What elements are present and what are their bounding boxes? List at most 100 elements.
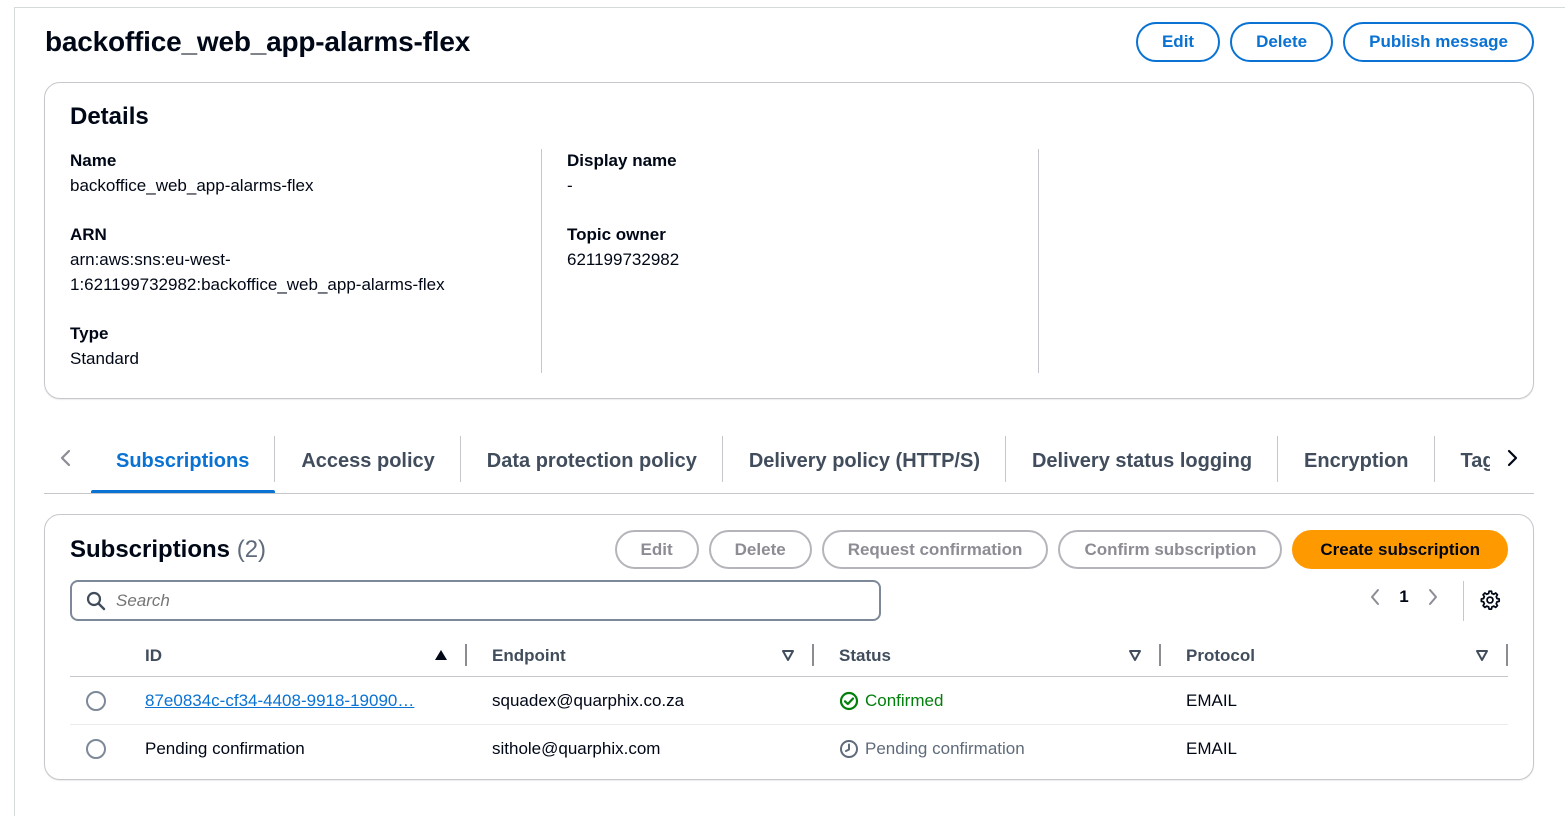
type-field: Type Standard bbox=[70, 322, 540, 371]
tab-delivery-policy[interactable]: Delivery policy (HTTP/S) bbox=[723, 430, 1006, 493]
chevron-right-icon bbox=[1429, 589, 1437, 605]
gear-icon bbox=[1480, 590, 1501, 610]
confirm-subscription-button[interactable]: Confirm subscription bbox=[1058, 530, 1283, 569]
details-column-1: Name backoffice_web_app-alarms-flex ARN … bbox=[70, 149, 540, 396]
frame-border-top bbox=[14, 7, 1565, 8]
subscriptions-title-text: Subscriptions bbox=[70, 536, 231, 563]
subscription-edit-button[interactable]: Edit bbox=[614, 530, 699, 569]
display-name-value: - bbox=[567, 176, 573, 195]
protocol-cell: EMAIL bbox=[1186, 691, 1238, 710]
publish-message-button[interactable]: Publish message bbox=[1343, 22, 1534, 62]
frame-border-left bbox=[14, 7, 15, 816]
search-box[interactable] bbox=[70, 580, 881, 621]
table-header: ID Endpoint Status Protocol bbox=[70, 635, 1508, 677]
check-circle-icon bbox=[839, 691, 859, 711]
column-header-id[interactable]: ID bbox=[145, 635, 162, 676]
tab-bar: Subscriptions Access policy Data protect… bbox=[44, 430, 1534, 494]
sort-ascending-icon[interactable] bbox=[434, 648, 448, 662]
details-title: Details bbox=[70, 103, 149, 130]
row-radio[interactable] bbox=[86, 739, 106, 759]
table-row[interactable]: Pending confirmation sithole@quarphix.co… bbox=[70, 725, 1508, 773]
column-divider bbox=[541, 149, 542, 373]
display-name-label: Display name bbox=[567, 151, 677, 170]
sort-icon[interactable] bbox=[1128, 648, 1142, 662]
status-cell: Pending confirmation bbox=[839, 725, 1025, 773]
chevron-left-icon bbox=[1371, 589, 1379, 605]
details-card: Details Name backoffice_web_app-alarms-f… bbox=[44, 82, 1534, 399]
tab-access-policy[interactable]: Access policy bbox=[275, 430, 461, 493]
subscription-id-link[interactable]: 87e0834c-cf34-4408-9918-19090… bbox=[145, 691, 443, 711]
chevron-right-icon bbox=[1507, 449, 1518, 467]
subscription-delete-button[interactable]: Delete bbox=[708, 530, 812, 569]
arn-field: ARN arn:aws:sns:eu-west- 1:621199732982:… bbox=[70, 223, 540, 297]
search-icon bbox=[86, 591, 106, 610]
request-confirmation-button[interactable]: Request confirmation bbox=[821, 530, 1049, 569]
details-column-2: Display name - Topic owner 621199732982 bbox=[567, 149, 1037, 297]
row-radio[interactable] bbox=[86, 691, 106, 711]
tab-label: Tags bbox=[1460, 450, 1491, 472]
pagination-divider bbox=[1463, 581, 1464, 621]
status-badge: Pending confirmation bbox=[839, 739, 1025, 759]
arn-value-line2: 1:621199732982:backoffice_web_app-alarms… bbox=[70, 275, 445, 294]
tab-delivery-status-logging[interactable]: Delivery status logging bbox=[1006, 430, 1279, 493]
tab-label: Delivery status logging bbox=[1031, 450, 1253, 472]
row-select-cell bbox=[86, 677, 106, 725]
create-subscription-button[interactable]: Create subscription bbox=[1292, 530, 1508, 569]
column-header-endpoint[interactable]: Endpoint bbox=[492, 635, 566, 676]
column-resizer[interactable] bbox=[465, 644, 467, 666]
column-header-protocol[interactable]: Protocol bbox=[1186, 635, 1255, 676]
column-divider bbox=[1038, 149, 1039, 373]
sort-icon[interactable] bbox=[781, 648, 795, 662]
clock-icon bbox=[840, 740, 858, 758]
column-label: ID bbox=[145, 645, 162, 665]
column-resizer[interactable] bbox=[1506, 644, 1508, 666]
status-cell: Confirmed bbox=[839, 677, 943, 725]
tabs-scroll-left[interactable] bbox=[54, 446, 78, 470]
tab-list: Subscriptions Access policy Data protect… bbox=[90, 430, 1490, 493]
tab-label: Subscriptions bbox=[116, 450, 250, 472]
subscriptions-card: Subscriptions (2) Edit Delete Request co… bbox=[44, 514, 1534, 780]
subscriptions-count: (2) bbox=[236, 536, 267, 563]
preferences-button[interactable] bbox=[1479, 589, 1501, 616]
next-page-button[interactable] bbox=[1421, 587, 1445, 607]
previous-page-button[interactable] bbox=[1363, 587, 1387, 607]
subscriptions-actions: Edit Delete Request confirmation Confirm… bbox=[614, 530, 1508, 569]
search-input[interactable] bbox=[116, 590, 816, 611]
edit-button[interactable]: Edit bbox=[1135, 22, 1221, 62]
column-resizer[interactable] bbox=[1159, 644, 1161, 666]
delete-button[interactable]: Delete bbox=[1230, 22, 1334, 62]
table-row[interactable]: 87e0834c-cf34-4408-9918-19090… squadex@q… bbox=[70, 677, 1508, 725]
tabs-scroll-right[interactable] bbox=[1500, 446, 1524, 470]
name-value: backoffice_web_app-alarms-flex bbox=[70, 176, 314, 195]
column-label: Protocol bbox=[1186, 645, 1255, 665]
chevron-left-icon bbox=[60, 449, 71, 467]
tab-tags[interactable]: Tags bbox=[1435, 430, 1491, 493]
tab-data-protection-policy[interactable]: Data protection policy bbox=[461, 430, 723, 493]
tab-label: Encryption bbox=[1304, 450, 1409, 472]
pagination: 1 bbox=[1363, 587, 1445, 607]
tab-encryption[interactable]: Encryption bbox=[1278, 430, 1435, 493]
page-title: backoffice_web_app-alarms-flex bbox=[45, 26, 471, 57]
column-header-status[interactable]: Status bbox=[839, 635, 891, 676]
tab-label: Access policy bbox=[301, 450, 435, 472]
status-text: Confirmed bbox=[865, 691, 944, 710]
name-label: Name bbox=[70, 151, 117, 170]
endpoint-cell: sithole@quarphix.com bbox=[492, 739, 661, 758]
topic-owner-value: 621199732982 bbox=[567, 250, 680, 269]
endpoint-cell: squadex@quarphix.co.za bbox=[492, 691, 685, 710]
tab-subscriptions[interactable]: Subscriptions bbox=[90, 430, 276, 493]
column-resizer[interactable] bbox=[812, 644, 814, 666]
column-label: Status bbox=[839, 645, 891, 665]
tab-label: Delivery policy (HTTP/S) bbox=[748, 450, 980, 472]
column-label: Endpoint bbox=[492, 645, 566, 665]
tab-label: Data protection policy bbox=[486, 450, 697, 472]
subscriptions-table: ID Endpoint Status Protocol 87e0834c-cf3… bbox=[70, 635, 1508, 773]
page-number[interactable]: 1 bbox=[1387, 587, 1421, 607]
sort-icon[interactable] bbox=[1475, 648, 1489, 662]
id-cell: 87e0834c-cf34-4408-9918-19090… bbox=[145, 677, 443, 725]
type-label: Type bbox=[70, 324, 109, 343]
subscriptions-title: Subscriptions (2) bbox=[70, 536, 266, 564]
id-cell: Pending confirmation bbox=[145, 739, 305, 758]
status-text: Pending confirmation bbox=[865, 739, 1025, 758]
display-name-field: Display name - bbox=[567, 149, 1037, 198]
